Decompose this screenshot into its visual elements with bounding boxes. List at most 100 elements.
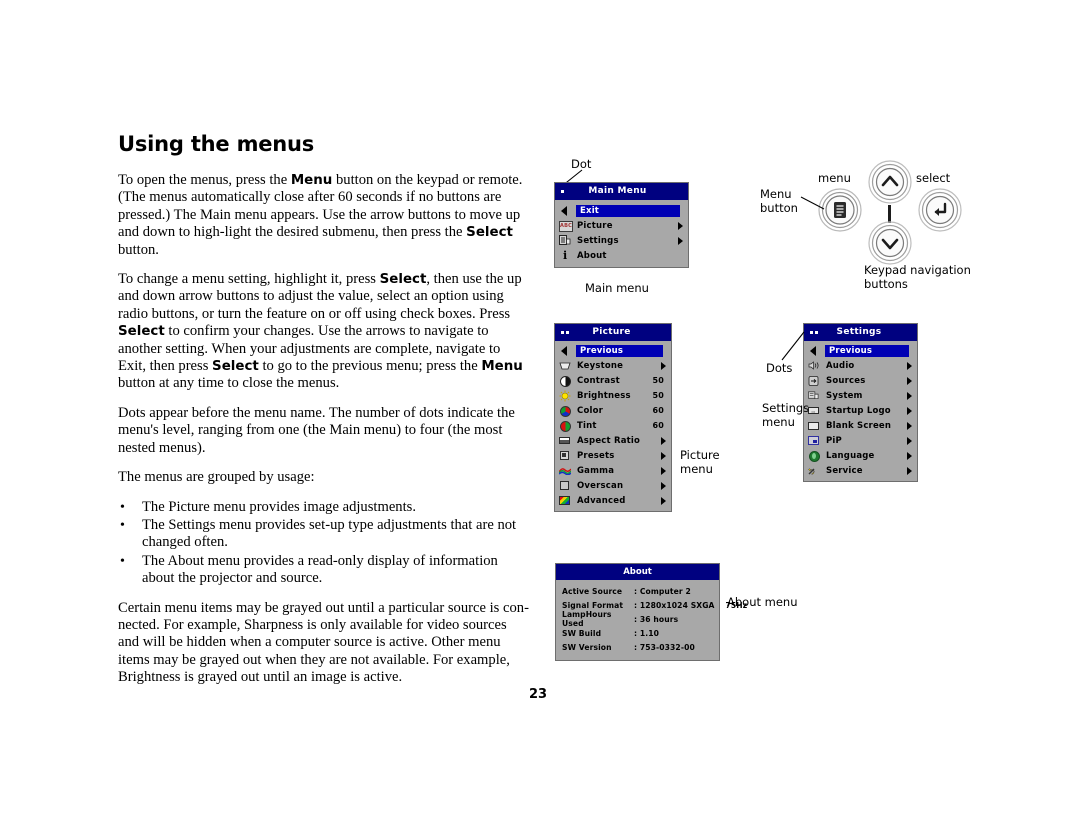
settings-menu-title-bar: Settings	[804, 324, 917, 341]
select-button[interactable]	[918, 188, 962, 232]
bullet-icon: •	[120, 553, 125, 569]
picture-menu-item-aspect-ratio[interactable]: Aspect Ratio	[555, 433, 671, 448]
main-menu-item-about[interactable]: i About	[555, 248, 688, 263]
bullet-icon: •	[120, 517, 125, 533]
manual-page: Using the menus To open the menus, press…	[0, 0, 1080, 834]
picture-menu-item-label: Presets	[577, 450, 615, 461]
settings-menu-item-audio[interactable]: Audio	[804, 358, 917, 373]
submenu-arrow-icon	[907, 421, 912, 430]
about-row-key: SW Build	[562, 628, 602, 638]
brightness-icon	[559, 390, 572, 402]
startup-logo-icon: ▭	[808, 405, 821, 416]
keystone-icon	[559, 360, 572, 371]
picture-menu-item-tint[interactable]: Tint 60	[555, 418, 671, 433]
submenu-arrow-icon	[907, 451, 912, 460]
settings-menu-item-blank-screen[interactable]: Blank Screen	[804, 418, 917, 433]
about-row-sw-version: SW Version : 753-0332-00	[556, 640, 719, 654]
picture-menu-title: Picture	[592, 327, 631, 337]
submenu-arrow-icon	[661, 496, 666, 505]
main-menu-item-settings[interactable]: Settings	[555, 233, 688, 248]
settings-menu-item-startup-logo[interactable]: ▭ Startup Logo	[804, 403, 917, 418]
submenu-arrow-icon	[907, 391, 912, 400]
picture-menu-item-previous[interactable]: Previous	[555, 343, 671, 358]
up-arrow-button[interactable]	[868, 160, 912, 204]
picture-menu-item-contrast[interactable]: Contrast 50	[555, 373, 671, 388]
page-title: Using the menus	[118, 132, 315, 156]
about-row-key: Signal Format	[562, 600, 624, 610]
about-row-value: : 36 hours	[634, 614, 679, 624]
settings-menu-item-label: Audio	[826, 360, 855, 371]
abc-icon: ABC	[559, 220, 573, 232]
triangle-left-icon	[559, 345, 572, 356]
submenu-arrow-icon	[907, 376, 912, 385]
menu-label-small: menu	[818, 171, 851, 185]
picture-menu-item-advanced[interactable]: Advanced	[555, 493, 671, 508]
picture-menu-item-label: Aspect Ratio	[577, 435, 641, 446]
settings-menu-item-language[interactable]: Language	[804, 448, 917, 463]
contrast-icon	[559, 375, 572, 387]
menu-lines-icon	[834, 202, 846, 218]
main-menu-title: Main Menu	[588, 186, 647, 196]
settings-menu-item-label: Sources	[826, 375, 866, 386]
main-menu-title-bar: Main Menu	[555, 183, 688, 200]
menu-button-callout: Menu button	[760, 187, 798, 215]
picture-menu-item-value: 60	[652, 421, 664, 430]
submenu-arrow-icon	[678, 221, 683, 230]
picture-menu-item-overscan[interactable]: Overscan	[555, 478, 671, 493]
menu-group-list: • The Picture menu provides image adjustm…	[118, 499, 530, 588]
picture-menu-item-color[interactable]: Color 60	[555, 403, 671, 418]
settings-menu-item-previous[interactable]: Previous	[804, 343, 917, 358]
article-body: Using the menus To open the menus, press…	[118, 132, 530, 699]
settings-menu-panel: Settings Previous Audio Sources System ▭…	[803, 323, 918, 482]
main-menu-item-label: Picture	[577, 220, 613, 231]
settings-menu-item-label: Blank Screen	[826, 420, 892, 431]
settings-menu-item-system[interactable]: System	[804, 388, 917, 403]
settings-menu-title: Settings	[836, 327, 882, 337]
list-item: • The Picture menu provides image adjustm…	[118, 499, 530, 516]
main-menu-items: Exit ABC Picture Settings i About	[555, 200, 688, 267]
menu-leader-line	[800, 196, 825, 210]
submenu-arrow-icon	[661, 466, 666, 475]
keypad-nav-caption: Keypad navigation buttons	[864, 263, 971, 291]
main-menu-item-exit[interactable]: Exit	[555, 203, 688, 218]
about-row-value: : 1.10	[634, 628, 660, 638]
list-item-label: The About menu provides a read-only disp…	[142, 552, 498, 587]
settings-menu-item-sources[interactable]: Sources	[804, 373, 917, 388]
submenu-arrow-icon	[907, 361, 912, 370]
picture-menu-panel: Picture Previous Keystone Contrast 50 Br…	[554, 323, 672, 512]
picture-menu-title-bar: Picture	[555, 324, 671, 341]
picture-menu-item-brightness[interactable]: Brightness 50	[555, 388, 671, 403]
caption-settings-menu: Settings menu	[762, 401, 810, 429]
audio-icon	[808, 360, 821, 371]
caption-main-menu: Main menu	[585, 281, 649, 295]
paragraph-2: To change a menu setting, highlight it, …	[118, 271, 523, 392]
caption-picture-menu: Picture menu	[680, 448, 720, 476]
submenu-arrow-icon	[661, 436, 666, 445]
submenu-arrow-icon	[678, 236, 683, 245]
picture-menu-item-keystone[interactable]: Keystone	[555, 358, 671, 373]
picture-menu-item-value: 50	[652, 391, 664, 400]
tint-icon	[559, 420, 572, 432]
submenu-arrow-icon	[907, 406, 912, 415]
picture-menu-item-label: Keystone	[577, 360, 624, 371]
picture-menu-item-label: Overscan	[577, 480, 624, 491]
submenu-arrow-icon	[907, 436, 912, 445]
triangle-left-icon	[559, 205, 572, 216]
settings-menu-item-service[interactable]: Service	[804, 463, 917, 478]
about-row-key: SW Version	[562, 642, 612, 652]
settings-menu-item-label: Language	[826, 450, 875, 461]
picture-menu-item-value: 50	[652, 376, 664, 385]
submenu-arrow-icon	[907, 466, 912, 475]
level-dots-indicator	[561, 190, 564, 193]
down-arrow-button[interactable]	[868, 221, 912, 265]
presets-icon	[559, 450, 572, 461]
info-icon: i	[563, 249, 568, 262]
settings-menu-item-pip[interactable]: PiP	[804, 433, 917, 448]
picture-menu-item-label: Contrast	[577, 375, 620, 386]
bullet-icon: •	[120, 499, 125, 515]
paragraph-4: The menus are grouped by usage:	[118, 469, 315, 486]
main-menu-item-label: About	[577, 250, 607, 261]
main-menu-item-picture[interactable]: ABC Picture	[555, 218, 688, 233]
picture-menu-item-presets[interactable]: Presets	[555, 448, 671, 463]
picture-menu-item-gamma[interactable]: Gamma	[555, 463, 671, 478]
